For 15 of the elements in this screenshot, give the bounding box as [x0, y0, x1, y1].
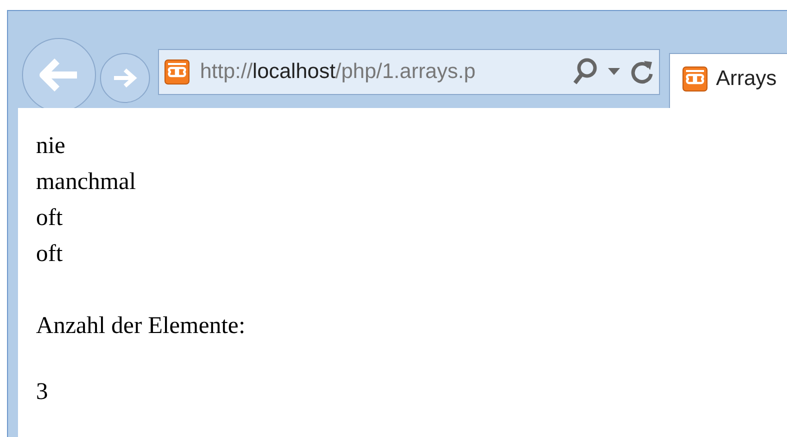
- list-text: manchmal: [36, 168, 137, 197]
- app-logo-icon: [682, 66, 708, 92]
- refresh-icon[interactable]: [630, 59, 654, 85]
- list-text: oft: [36, 204, 64, 233]
- search-icon[interactable]: [572, 58, 598, 86]
- forward-arrow-icon: [112, 67, 138, 89]
- count-heading: Anzahl der Elemente:: [36, 312, 246, 341]
- browser-tab[interactable]: Arrays: [669, 53, 787, 108]
- address-bar[interactable]: http://localhost/php/1.arrays.p: [158, 49, 660, 95]
- url-text[interactable]: http://localhost/php/1.arrays.p: [200, 56, 476, 88]
- dropdown-caret-icon[interactable]: [608, 68, 620, 76]
- list-text: oft: [36, 240, 64, 269]
- list-text: nie: [36, 132, 66, 161]
- count-value: 3: [36, 378, 49, 407]
- app-logo-icon: [164, 59, 190, 85]
